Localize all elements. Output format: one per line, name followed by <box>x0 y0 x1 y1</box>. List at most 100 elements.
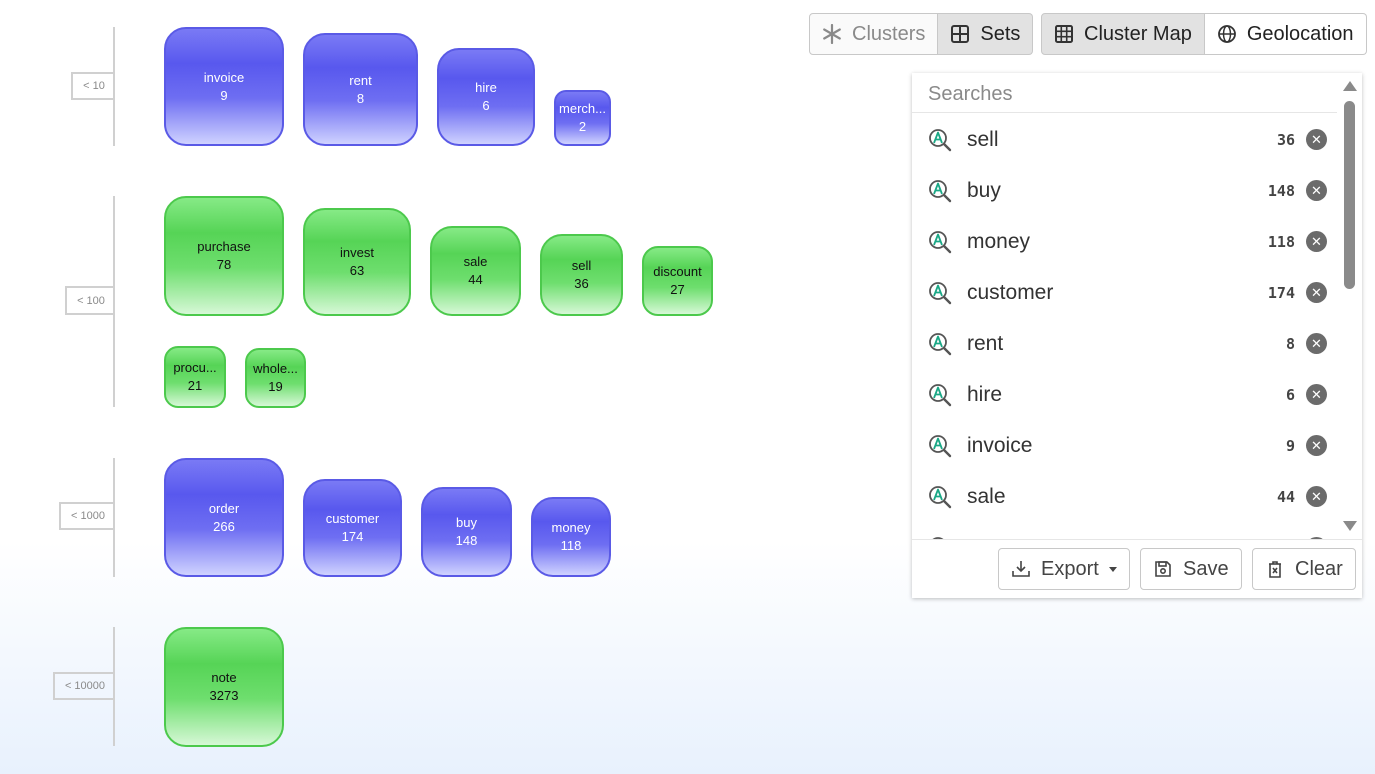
search-term-icon <box>928 230 952 254</box>
scrollbar[interactable] <box>1338 73 1362 539</box>
search-count: 174 <box>1267 283 1295 302</box>
tab-label: Sets <box>980 22 1021 45</box>
remove-icon[interactable]: ✕ <box>1306 333 1327 354</box>
set-label: invoice <box>203 69 245 85</box>
trash-icon <box>1269 561 1281 578</box>
searches-panel: Searches sell 36 ✕ buy 148 ✕ money 118 ✕ customer… <box>912 73 1362 598</box>
set-bubble-invoice[interactable]: invoice 9 <box>164 27 284 146</box>
clear-label: Clear <box>1295 557 1343 580</box>
set-bubble-sale[interactable]: sale 44 <box>430 226 521 316</box>
search-term: invoice <box>967 433 1033 457</box>
remove-icon[interactable]: ✕ <box>1306 486 1327 507</box>
search-term-icon <box>928 332 952 356</box>
search-count: 6 <box>1285 385 1295 404</box>
set-count: 118 <box>560 538 582 553</box>
asterisk-icon <box>823 24 841 44</box>
search-count: 8 <box>1285 334 1295 353</box>
remove-icon[interactable]: ✕ <box>1306 435 1327 456</box>
search-term: buy <box>967 178 1001 202</box>
set-bubble-merch[interactable]: merch... 2 <box>554 90 611 146</box>
save-label: Save <box>1183 557 1229 580</box>
set-bubble-order[interactable]: order 266 <box>164 458 284 577</box>
range-label: < 1000 <box>59 502 115 530</box>
set-label: procu... <box>173 360 217 375</box>
remove-icon[interactable]: ✕ <box>1306 180 1327 201</box>
remove-icon[interactable]: ✕ <box>1306 384 1327 405</box>
set-bubble-whole[interactable]: whole... 19 <box>245 348 306 408</box>
set-bubble-hire[interactable]: hire 6 <box>437 48 535 146</box>
range-label: < 10 <box>71 72 115 100</box>
search-term: sell <box>967 127 999 151</box>
search-row-partial[interactable] <box>912 522 1337 539</box>
set-bubble-note[interactable]: note 3273 <box>164 627 284 747</box>
remove-icon[interactable]: ✕ <box>1306 282 1327 303</box>
set-bubble-money[interactable]: money 118 <box>531 497 611 577</box>
remove-icon[interactable]: ✕ <box>1306 231 1327 252</box>
remove-icon[interactable]: ✕ <box>1306 129 1327 150</box>
set-label: customer <box>325 511 380 526</box>
set-label: discount <box>653 264 702 279</box>
set-label: order <box>208 500 240 516</box>
search-row[interactable]: hire 6 ✕ <box>912 369 1337 420</box>
search-term: customer <box>967 280 1054 304</box>
set-label: sale <box>463 254 488 269</box>
export-button[interactable]: Export <box>998 548 1130 590</box>
scroll-down-icon[interactable] <box>1343 521 1357 531</box>
clear-button[interactable]: Clear <box>1252 548 1356 590</box>
search-term: money <box>967 229 1031 253</box>
set-label: merch... <box>559 101 606 116</box>
search-row[interactable]: sell 36 ✕ <box>912 114 1337 165</box>
search-count: 36 <box>1276 130 1295 149</box>
set-bubble-purchase[interactable]: purchase 78 <box>164 196 284 316</box>
set-count: 2 <box>578 119 587 134</box>
export-label: Export <box>1041 557 1099 580</box>
search-term-icon <box>928 485 952 509</box>
set-count: 148 <box>455 533 478 548</box>
set-count: 266 <box>213 518 235 534</box>
set-count: 6 <box>482 98 490 113</box>
set-bubble-invest[interactable]: invest 63 <box>303 208 411 316</box>
tab-sets[interactable]: Sets <box>938 13 1034 55</box>
search-term-icon <box>928 179 952 203</box>
search-term: hire <box>967 382 1003 406</box>
set-label: invest <box>340 245 374 260</box>
set-label: whole... <box>253 361 298 376</box>
set-bubble-customer[interactable]: customer 174 <box>303 479 402 577</box>
set-label: sell <box>571 258 592 273</box>
set-count: 21 <box>187 378 203 393</box>
search-row[interactable]: invoice 9 ✕ <box>912 420 1337 471</box>
set-count: 19 <box>268 379 283 394</box>
tab-clusters[interactable]: Clusters <box>809 13 939 55</box>
set-count: 63 <box>349 263 365 278</box>
search-term-icon <box>928 128 952 152</box>
tab-label: Cluster Map <box>1084 22 1192 45</box>
set-bubble-sell[interactable]: sell 36 <box>540 234 623 316</box>
save-button[interactable]: Save <box>1140 548 1242 590</box>
set-count: 174 <box>341 529 364 544</box>
search-row[interactable]: rent 8 ✕ <box>912 318 1337 369</box>
set-count: 9 <box>220 87 228 103</box>
floppy-icon <box>1155 561 1171 577</box>
set-label: hire <box>475 80 497 95</box>
search-count: 118 <box>1267 232 1295 251</box>
set-bubble-discount[interactable]: discount 27 <box>642 246 713 316</box>
scroll-thumb[interactable] <box>1344 101 1355 289</box>
search-row[interactable]: money 118 ✕ <box>912 216 1337 267</box>
scroll-up-icon[interactable] <box>1343 81 1357 91</box>
grid-icon <box>951 25 970 43</box>
set-label: buy <box>456 515 477 530</box>
set-bubble-procu[interactable]: procu... 21 <box>164 346 226 408</box>
search-row[interactable]: buy 148 ✕ <box>912 165 1337 216</box>
set-bubble-buy[interactable]: buy 148 <box>421 487 512 577</box>
panel-title: Searches <box>912 73 1337 113</box>
search-row[interactable]: sale 44 ✕ <box>912 471 1337 522</box>
panel-footer: Export Save Clear <box>912 539 1362 598</box>
tab-geolocation[interactable]: Geolocation <box>1204 13 1367 55</box>
set-label: money <box>551 520 591 535</box>
set-bubble-rent[interactable]: rent 8 <box>303 33 418 146</box>
search-term: sale <box>967 484 1006 508</box>
chevron-down-icon <box>1108 566 1117 572</box>
download-icon <box>1012 561 1030 577</box>
tab-cluster-map[interactable]: Cluster Map <box>1041 13 1205 55</box>
search-row[interactable]: customer 174 ✕ <box>912 267 1337 318</box>
